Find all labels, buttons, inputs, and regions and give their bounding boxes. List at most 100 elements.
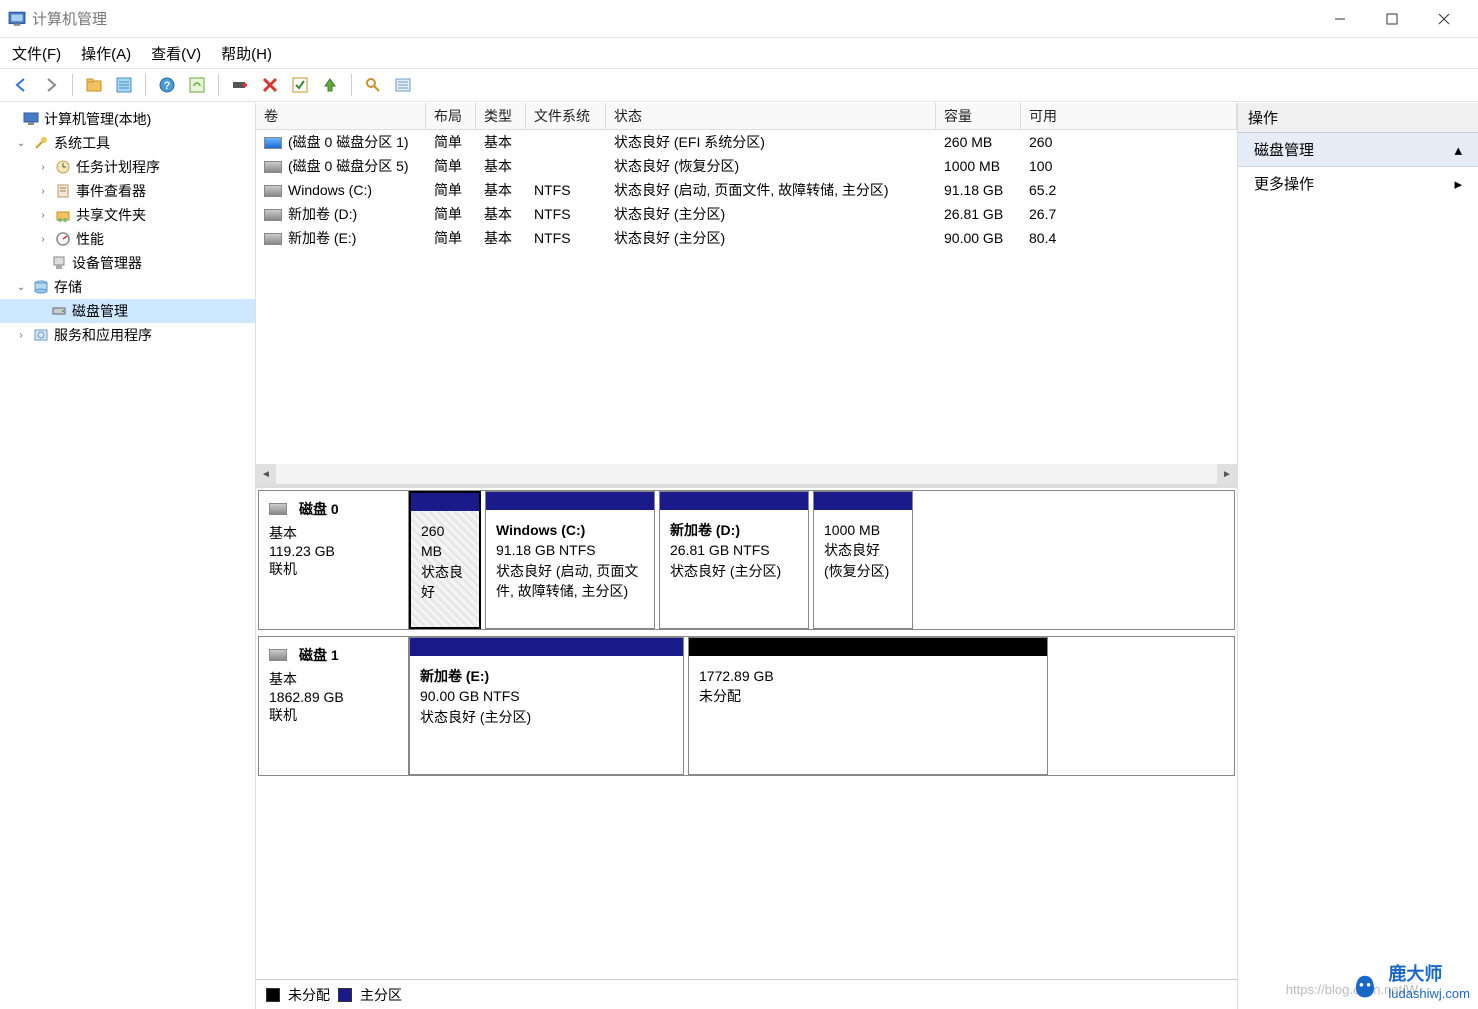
grid-body[interactable]: (磁盘 0 磁盘分区 1)简单基本状态良好 (EFI 系统分区)260 MB26…: [256, 130, 1237, 464]
scroll-track[interactable]: [276, 464, 1217, 484]
partition[interactable]: 新加卷 (E:)90.00 GB NTFS状态良好 (主分区): [409, 637, 684, 775]
minimize-button[interactable]: [1314, 0, 1366, 38]
disk-0-partitions: 260 MB状态良好Windows (C:)91.18 GB NTFS状态良好 …: [409, 491, 1234, 629]
partition-body: 新加卷 (E:)90.00 GB NTFS状态良好 (主分区): [410, 656, 683, 774]
tree-systools-label: 系统工具: [54, 133, 110, 153]
grid-scrollbar[interactable]: ◄ ►: [256, 464, 1237, 484]
actions-diskmgmt[interactable]: 磁盘管理 ▴: [1238, 133, 1478, 167]
partition-body: 新加卷 (D:)26.81 GB NTFS状态良好 (主分区): [660, 510, 808, 628]
col-status[interactable]: 状态: [606, 103, 936, 129]
menu-action[interactable]: 操作(A): [81, 43, 131, 64]
partition[interactable]: 260 MB状态良好: [409, 491, 481, 629]
chevron-down-icon[interactable]: ⌄: [14, 282, 28, 293]
chevron-right-icon[interactable]: ›: [36, 234, 50, 245]
tree-root-label: 计算机管理(本地): [44, 109, 151, 129]
col-fs[interactable]: 文件系统: [526, 103, 606, 129]
col-free[interactable]: 可用: [1021, 103, 1237, 129]
menu-help[interactable]: 帮助(H): [221, 43, 272, 64]
actions-more[interactable]: 更多操作 ▸: [1238, 167, 1478, 200]
partition[interactable]: 1772.89 GB未分配: [688, 637, 1048, 775]
up-icon[interactable]: [317, 72, 343, 98]
toolbar: ?: [0, 68, 1478, 102]
delete-icon[interactable]: [257, 72, 283, 98]
tree-services[interactable]: › 服务和应用程序: [0, 323, 255, 347]
table-row[interactable]: Windows (C:)简单基本NTFS状态良好 (启动, 页面文件, 故障转储…: [256, 178, 1237, 202]
tools-icon: [32, 134, 50, 152]
chevron-right-icon[interactable]: ›: [36, 186, 50, 197]
list-icon[interactable]: [390, 72, 416, 98]
table-row[interactable]: (磁盘 0 磁盘分区 1)简单基本状态良好 (EFI 系统分区)260 MB26…: [256, 130, 1237, 154]
legend-primary-label: 主分区: [360, 985, 402, 1005]
maximize-button[interactable]: [1366, 0, 1418, 38]
menu-file[interactable]: 文件(F): [12, 43, 61, 64]
disk-icon: [50, 302, 68, 320]
titlebar: 计算机管理: [0, 0, 1478, 38]
chevron-down-icon[interactable]: ⌄: [14, 138, 28, 149]
menu-view[interactable]: 查看(V): [151, 43, 201, 64]
deer-icon: [1346, 965, 1384, 1001]
menubar: 文件(F) 操作(A) 查看(V) 帮助(H): [0, 38, 1478, 68]
col-volume[interactable]: 卷: [256, 103, 426, 129]
tree-systools[interactable]: ⌄ 系统工具: [0, 131, 255, 155]
partition[interactable]: Windows (C:)91.18 GB NTFS状态良好 (启动, 页面文件,…: [485, 491, 655, 629]
tree-taskscheduler[interactable]: › 任务计划程序: [0, 155, 255, 179]
folder-up-icon[interactable]: [81, 72, 107, 98]
chevron-right-icon[interactable]: ›: [36, 210, 50, 221]
disk-0[interactable]: 磁盘 0 基本 119.23 GB 联机 260 MB状态良好Windows (…: [258, 490, 1235, 630]
disk-1[interactable]: 磁盘 1 基本 1862.89 GB 联机 新加卷 (E:)90.00 GB N…: [258, 636, 1235, 776]
clock-icon: [54, 158, 72, 176]
disk-1-type: 基本: [269, 669, 398, 689]
disk-0-info: 磁盘 0 基本 119.23 GB 联机: [259, 491, 409, 629]
tree-storage[interactable]: ⌄ 存储: [0, 275, 255, 299]
tree-diskmgmt[interactable]: 磁盘管理: [0, 299, 255, 323]
tree-eventviewer[interactable]: › 事件查看器: [0, 179, 255, 203]
partition-body: 260 MB状态良好: [411, 511, 479, 627]
partition-header: [410, 638, 683, 656]
volume-icon: [264, 209, 282, 221]
device-icon: [50, 254, 68, 272]
back-button[interactable]: [8, 72, 34, 98]
tree-eventviewer-label: 事件查看器: [76, 181, 146, 201]
table-row[interactable]: (磁盘 0 磁盘分区 5)简单基本状态良好 (恢复分区)1000 MB100: [256, 154, 1237, 178]
services-icon: [32, 326, 50, 344]
close-button[interactable]: [1418, 0, 1470, 38]
nav-tree[interactable]: 计算机管理(本地) ⌄ 系统工具 › 任务计划程序 › 事件查看器 › 共享文件…: [0, 103, 256, 1009]
tree-storage-label: 存储: [54, 277, 82, 297]
brand-name: 鹿大师: [1388, 960, 1470, 986]
partition[interactable]: 1000 MB状态良好 (恢复分区): [813, 491, 913, 629]
check-icon[interactable]: [287, 72, 313, 98]
col-type[interactable]: 类型: [476, 103, 526, 129]
scroll-left-button[interactable]: ◄: [256, 464, 276, 484]
scan-icon[interactable]: [227, 72, 253, 98]
tree-devicemanager[interactable]: 设备管理器: [0, 251, 255, 275]
disk-0-name: 磁盘 0: [299, 499, 339, 519]
storage-icon: [32, 278, 50, 296]
tree-sharedfolders[interactable]: › 共享文件夹: [0, 203, 255, 227]
chevron-right-icon[interactable]: ›: [36, 162, 50, 173]
volume-icon: [264, 185, 282, 197]
chevron-right-icon: ▸: [1454, 175, 1462, 193]
volume-icon: [264, 161, 282, 173]
refresh-icon[interactable]: [184, 72, 210, 98]
col-layout[interactable]: 布局: [426, 103, 476, 129]
partition[interactable]: 新加卷 (D:)26.81 GB NTFS状态良好 (主分区): [659, 491, 809, 629]
grid-header: 卷 布局 类型 文件系统 状态 容量 可用: [256, 103, 1237, 130]
disk-layout: 磁盘 0 基本 119.23 GB 联机 260 MB状态良好Windows (…: [256, 488, 1237, 979]
table-row[interactable]: 新加卷 (E:)简单基本NTFS状态良好 (主分区)90.00 GB80.4: [256, 226, 1237, 250]
partition-body: 1000 MB状态良好 (恢复分区): [814, 510, 912, 628]
search-icon[interactable]: [360, 72, 386, 98]
col-capacity[interactable]: 容量: [936, 103, 1021, 129]
disk-1-name: 磁盘 1: [299, 645, 339, 665]
actions-diskmgmt-label: 磁盘管理: [1254, 139, 1314, 160]
chevron-right-icon[interactable]: ›: [14, 330, 28, 341]
properties-icon[interactable]: [111, 72, 137, 98]
scroll-right-button[interactable]: ►: [1217, 464, 1237, 484]
forward-button[interactable]: [38, 72, 64, 98]
actions-pane: 操作 磁盘管理 ▴ 更多操作 ▸: [1238, 103, 1478, 1009]
table-row[interactable]: 新加卷 (D:)简单基本NTFS状态良好 (主分区)26.81 GB26.7: [256, 202, 1237, 226]
legend-primary-swatch: [338, 988, 352, 1002]
tree-root[interactable]: 计算机管理(本地): [0, 107, 255, 131]
help-icon[interactable]: ?: [154, 72, 180, 98]
actions-more-label: 更多操作: [1254, 173, 1314, 194]
tree-performance[interactable]: › 性能: [0, 227, 255, 251]
